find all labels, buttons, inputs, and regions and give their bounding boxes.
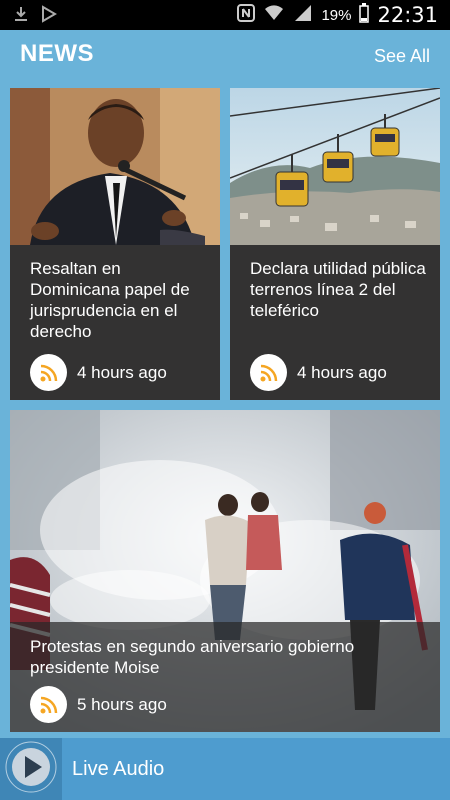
media-icon <box>40 5 58 28</box>
live-audio-label: Live Audio <box>72 758 165 780</box>
wifi-icon <box>263 4 285 26</box>
news-card[interactable]: Resaltan en Dominicana papel de jurispru… <box>10 88 220 400</box>
news-card-featured[interactable]: Protestas en segundo aniversario gobiern… <box>10 410 440 732</box>
news-time: 5 hours ago <box>77 694 167 714</box>
status-bar: 19% 22:31 <box>0 0 450 30</box>
news-time: 4 hours ago <box>297 362 387 382</box>
see-all-link[interactable]: See All <box>374 46 430 67</box>
clock: 22:31 <box>377 3 438 27</box>
signal-icon <box>293 4 313 26</box>
news-headline: Protestas en segundo aniversario gobiern… <box>30 637 355 677</box>
live-audio-bar[interactable]: Live Audio <box>0 738 450 800</box>
battery-icon <box>359 3 370 27</box>
news-time: 4 hours ago <box>77 362 167 382</box>
page-title: NEWS <box>20 40 94 67</box>
nfc-icon <box>237 4 256 26</box>
download-icon <box>12 5 30 28</box>
news-headline: Declara utilidad pública terrenos línea … <box>250 259 426 320</box>
rss-icon <box>30 686 67 723</box>
news-image <box>230 88 440 245</box>
news-header: NEWS See All <box>0 30 450 86</box>
news-headline: Resaltan en Dominicana papel de jurispru… <box>30 259 190 341</box>
station-logo[interactable] <box>0 738 62 800</box>
news-meta: 4 hours ago <box>250 354 387 391</box>
rss-icon <box>30 354 67 391</box>
battery-level: 19% <box>321 6 352 24</box>
news-image <box>10 88 220 245</box>
news-meta: 4 hours ago <box>30 354 167 391</box>
news-card[interactable]: Declara utilidad pública terrenos línea … <box>230 88 440 400</box>
rss-icon <box>250 354 287 391</box>
news-meta: 5 hours ago <box>30 686 167 723</box>
